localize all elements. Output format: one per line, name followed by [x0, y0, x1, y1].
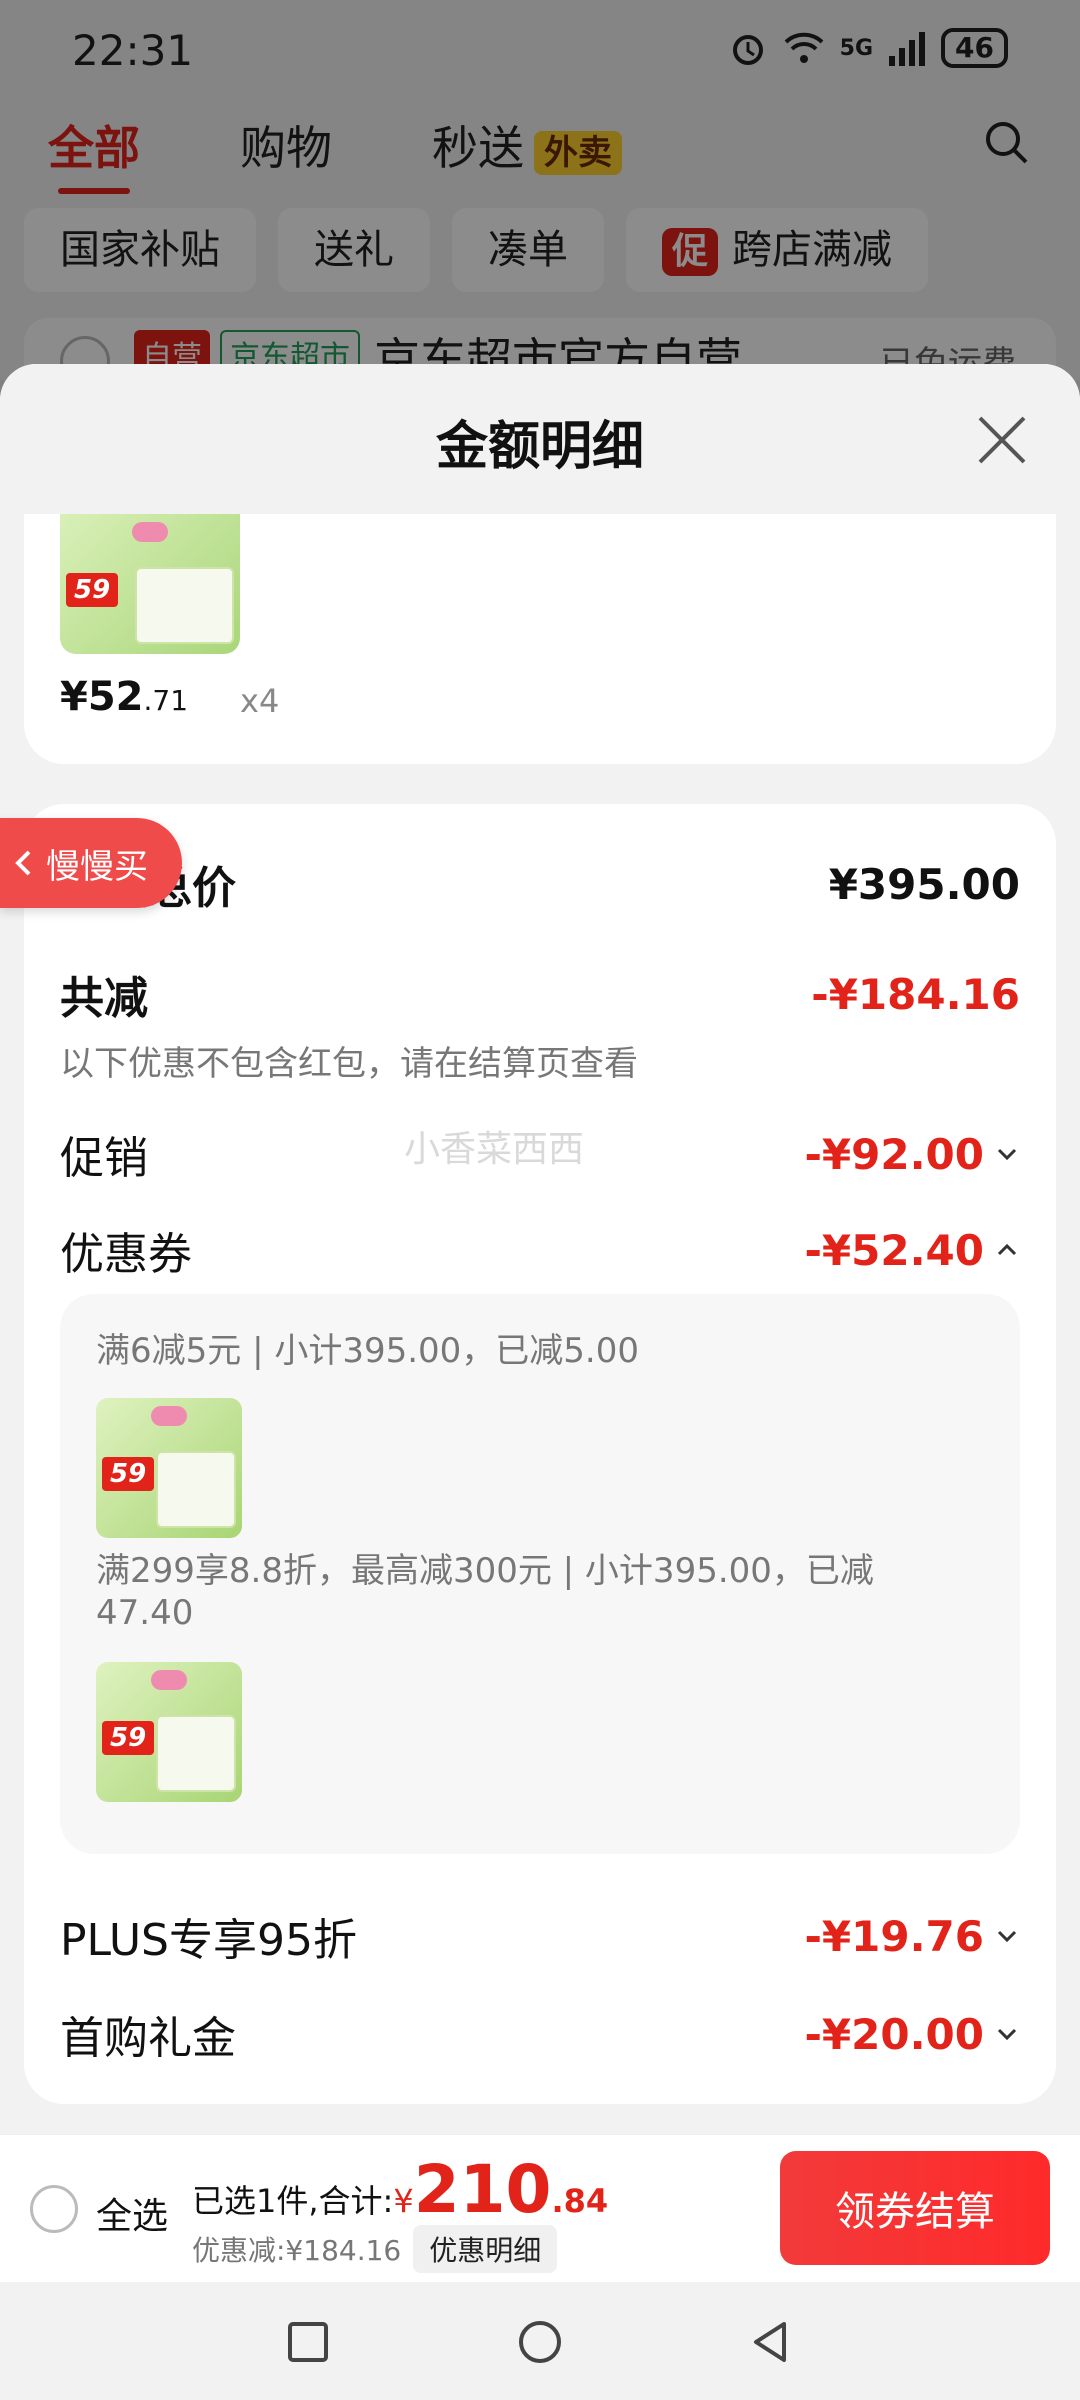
- coupon-value: -¥52.40: [804, 1225, 984, 1275]
- reduce-label: 共减: [60, 973, 148, 1024]
- product-price: ¥52.71: [60, 674, 188, 720]
- first-purchase-label: 首购礼金: [60, 2013, 236, 2064]
- slow-buy-label: 慢慢买: [46, 846, 148, 887]
- product-card: 59 ¥52.71 x4: [24, 514, 1056, 764]
- product-image[interactable]: 59: [60, 514, 240, 654]
- sheet-header: 金额明细: [0, 364, 1080, 514]
- chevron-left-icon: [15, 850, 31, 876]
- coupon-row[interactable]: 优惠券 -¥52.40: [60, 1218, 1020, 1282]
- coupon-product-image-1[interactable]: 59: [96, 1398, 242, 1538]
- product-price-tag: 59: [66, 572, 119, 607]
- plus-value-wrap: -¥19.76: [804, 1912, 1020, 1961]
- discount-note: 以下优惠不包含红包，请在结算页查看: [60, 1044, 638, 1084]
- product-price-int: ¥52: [60, 674, 144, 720]
- plus-value: -¥19.76: [804, 1911, 984, 1961]
- amount-int: 210: [413, 2151, 552, 2228]
- order-summary: 已选1件,合计:¥210.84: [192, 2151, 608, 2228]
- dim-overlay: [0, 0, 1080, 400]
- select-all-label[interactable]: 全选: [96, 2187, 168, 2239]
- product-price-dec: .71: [143, 684, 189, 717]
- amount-dec: .84: [551, 2182, 609, 2220]
- total-value: ¥395.00: [828, 859, 1020, 909]
- promo-row[interactable]: 促销 -¥92.00: [60, 1122, 1020, 1186]
- system-nav-bar: [0, 2282, 1080, 2400]
- plus-label: PLUS专享95折: [60, 1915, 357, 1966]
- reduce-value: -¥184.16: [811, 969, 1020, 1019]
- home-icon[interactable]: [516, 2318, 564, 2366]
- first-purchase-value-wrap: -¥20.00: [804, 2010, 1020, 2059]
- coupon-thumb-tag-1: 59: [102, 1456, 155, 1491]
- plus-row[interactable]: PLUS专享95折 -¥19.76: [60, 1904, 1020, 1968]
- back-icon[interactable]: [746, 2318, 794, 2366]
- promo-label: 促销: [60, 1133, 148, 1184]
- coupon-value-wrap: -¥52.40: [804, 1226, 1020, 1275]
- coupon-detail-box: 满6减5元 | 小计395.00，已减5.00 59 满299享8.8折，最高减…: [60, 1294, 1020, 1854]
- chevron-down-icon: [997, 2028, 1017, 2041]
- amount-detail-sheet: 金额明细 59 ¥52.71 x4 商品总价 ¥395.00 共减 -¥184.…: [0, 364, 1080, 2400]
- chevron-down-icon: [997, 1148, 1017, 1161]
- discount-line: 优惠减:¥184.16 优惠明细: [192, 2225, 558, 2273]
- slow-buy-float-button[interactable]: 慢慢买: [0, 818, 182, 908]
- checkout-button[interactable]: 领券结算: [780, 2151, 1050, 2265]
- sheet-title: 金额明细: [435, 417, 644, 477]
- first-purchase-value: -¥20.00: [804, 2009, 984, 2059]
- discount-total: 优惠减:¥184.16: [192, 2234, 402, 2267]
- coupon-label: 优惠券: [60, 1229, 192, 1280]
- coupon-detail-1: 满6减5元 | 小计395.00，已减5.00: [96, 1331, 640, 1371]
- coupon-product-image-2[interactable]: 59: [96, 1662, 242, 1802]
- promo-value-wrap: -¥92.00: [804, 1130, 1020, 1179]
- checkout-bar: 全选 已选1件,合计:¥210.84 优惠减:¥184.16 优惠明细 领券结算: [0, 2134, 1080, 2282]
- coupon-detail-2: 满299享8.8折，最高减300元 | 小计395.00，已减47.40: [96, 1551, 874, 1633]
- recents-icon[interactable]: [284, 2318, 332, 2366]
- total-row: 商品总价 ¥395.00: [60, 852, 1020, 916]
- chevron-down-icon: [997, 1930, 1017, 1943]
- close-icon[interactable]: [974, 412, 1030, 468]
- reduce-row: 共减 -¥184.16: [60, 962, 1020, 1026]
- chevron-up-icon: [997, 1243, 1017, 1256]
- select-all-radio[interactable]: [30, 2185, 78, 2233]
- product-quantity: x4: [240, 682, 280, 720]
- first-purchase-row[interactable]: 首购礼金 -¥20.00: [60, 2002, 1020, 2066]
- promo-value: -¥92.00: [804, 1129, 984, 1179]
- summary-prefix: 已选1件,合计:: [192, 2182, 394, 2220]
- currency-symbol: ¥: [393, 2182, 414, 2220]
- coupon-thumb-tag-2: 59: [102, 1720, 155, 1755]
- price-breakdown-card: 商品总价 ¥395.00 共减 -¥184.16 以下优惠不包含红包，请在结算页…: [24, 804, 1056, 2104]
- discount-detail-button[interactable]: 优惠明细: [413, 2225, 558, 2273]
